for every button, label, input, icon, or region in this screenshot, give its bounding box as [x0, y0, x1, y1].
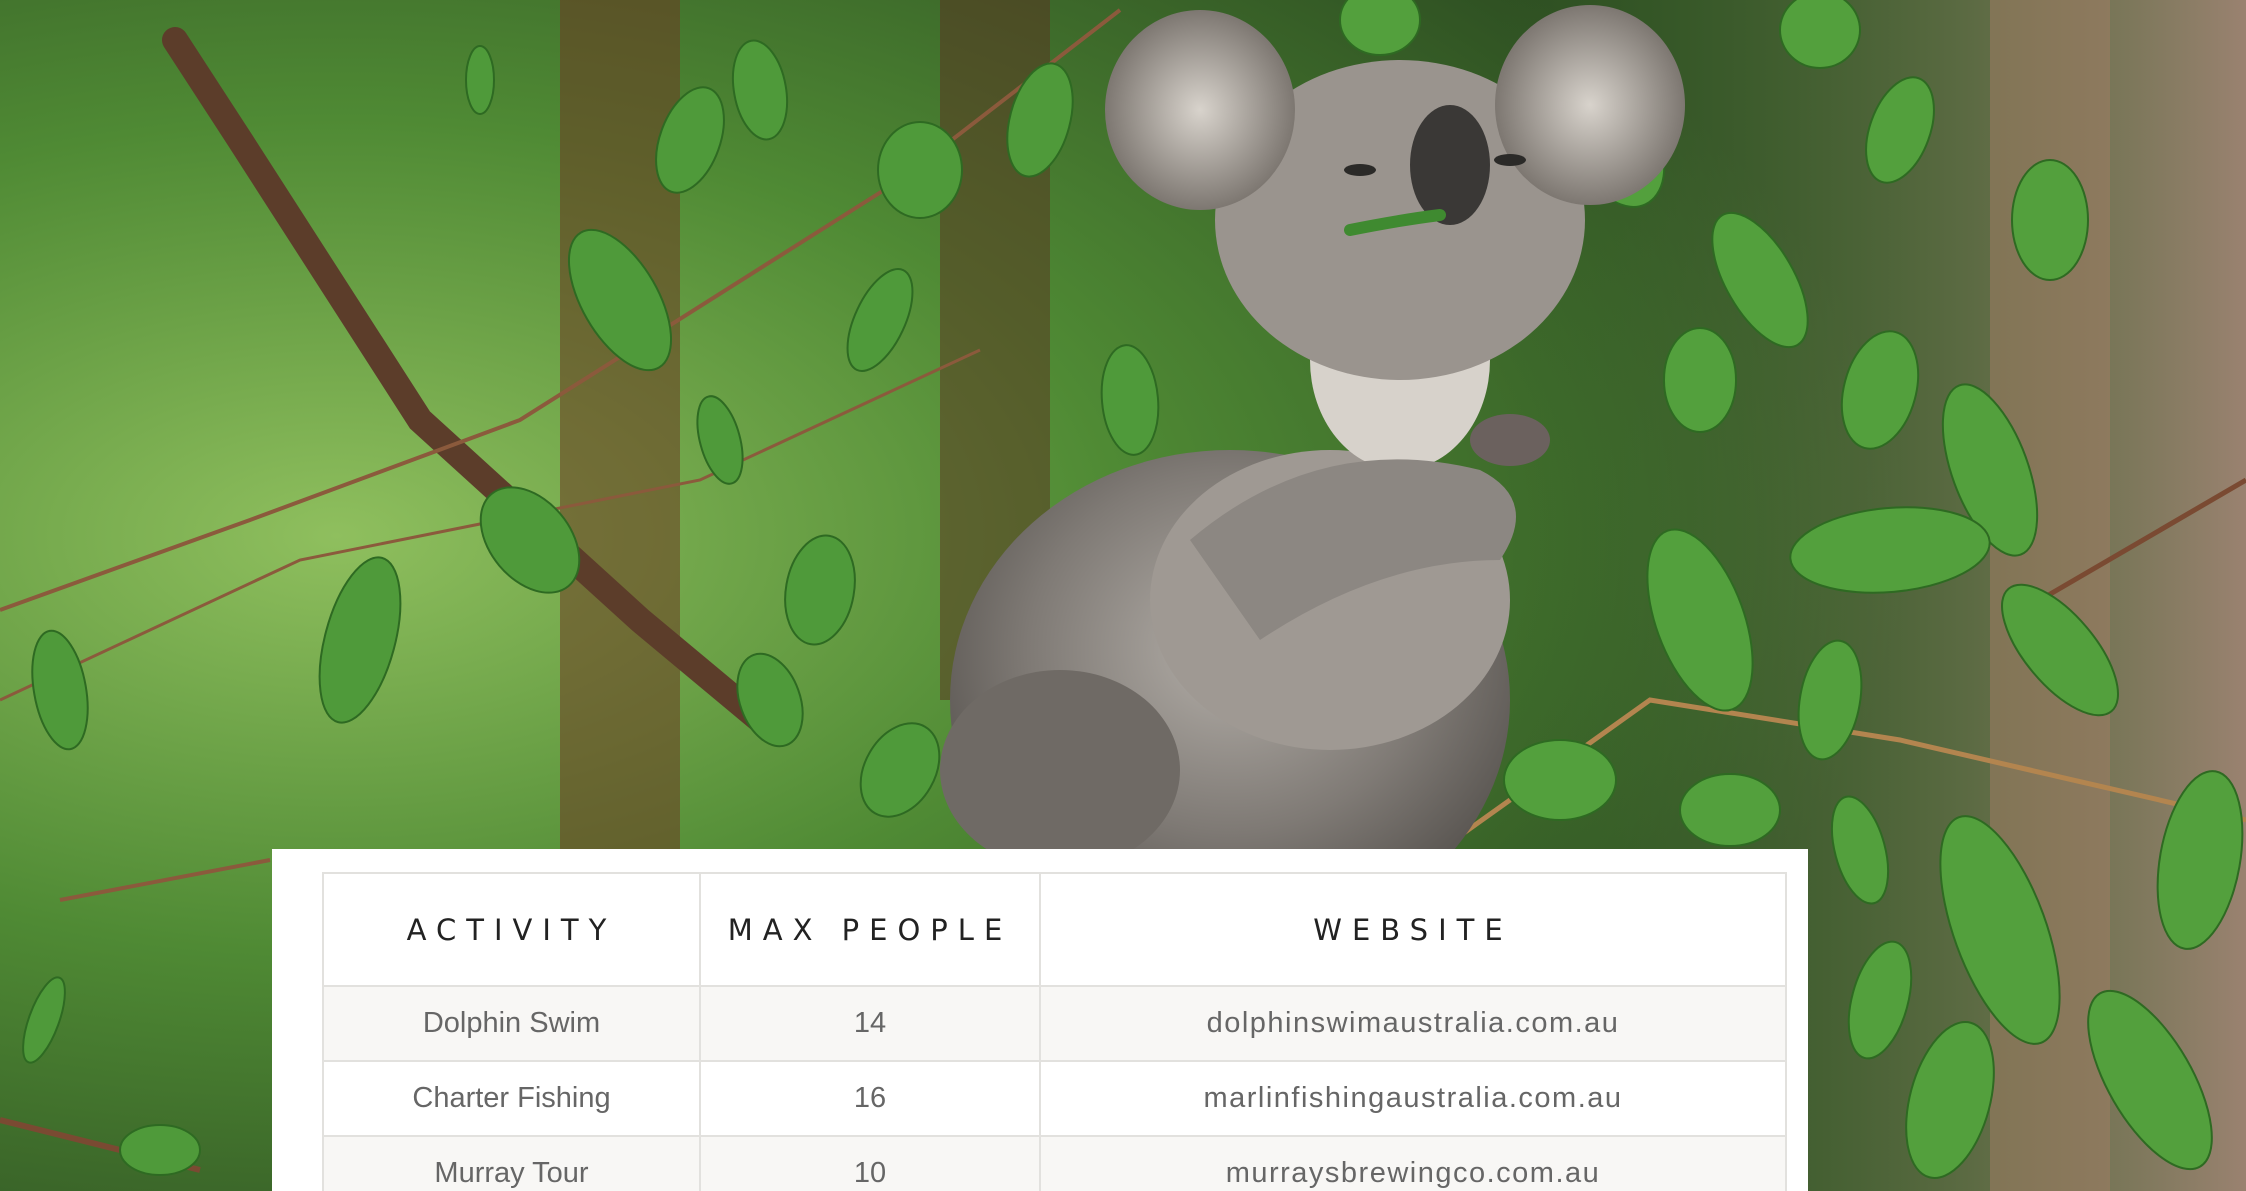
- max-people-cell: 16: [699, 1060, 1041, 1137]
- table-header-row: ACTIVITY MAX PEOPLE WEBSITE: [322, 872, 1787, 987]
- max-people-cell: 10: [699, 1135, 1041, 1191]
- website-cell: marlinfishingaustralia.com.au: [1039, 1060, 1787, 1137]
- activities-table: ACTIVITY MAX PEOPLE WEBSITE Dolphin Swim…: [322, 872, 1787, 1191]
- website-cell: dolphinswimaustralia.com.au: [1039, 985, 1787, 1062]
- website-cell: murraysbrewingco.com.au: [1039, 1135, 1787, 1191]
- column-header-activity: ACTIVITY: [322, 872, 701, 987]
- column-header-website: WEBSITE: [1039, 872, 1787, 987]
- table-row: Dolphin Swim 14 dolphinswimaustralia.com…: [322, 985, 1787, 1062]
- max-people-cell: 14: [699, 985, 1041, 1062]
- activity-cell: Murray Tour: [322, 1135, 701, 1191]
- activities-card: ACTIVITY MAX PEOPLE WEBSITE Dolphin Swim…: [272, 849, 1808, 1191]
- activity-cell: Charter Fishing: [322, 1060, 701, 1137]
- activity-cell: Dolphin Swim: [322, 985, 701, 1062]
- table-row: Charter Fishing 16 marlinfishingaustrali…: [322, 1060, 1787, 1137]
- column-header-max-people: MAX PEOPLE: [699, 872, 1041, 987]
- table-row: Murray Tour 10 murraysbrewingco.com.au: [322, 1135, 1787, 1191]
